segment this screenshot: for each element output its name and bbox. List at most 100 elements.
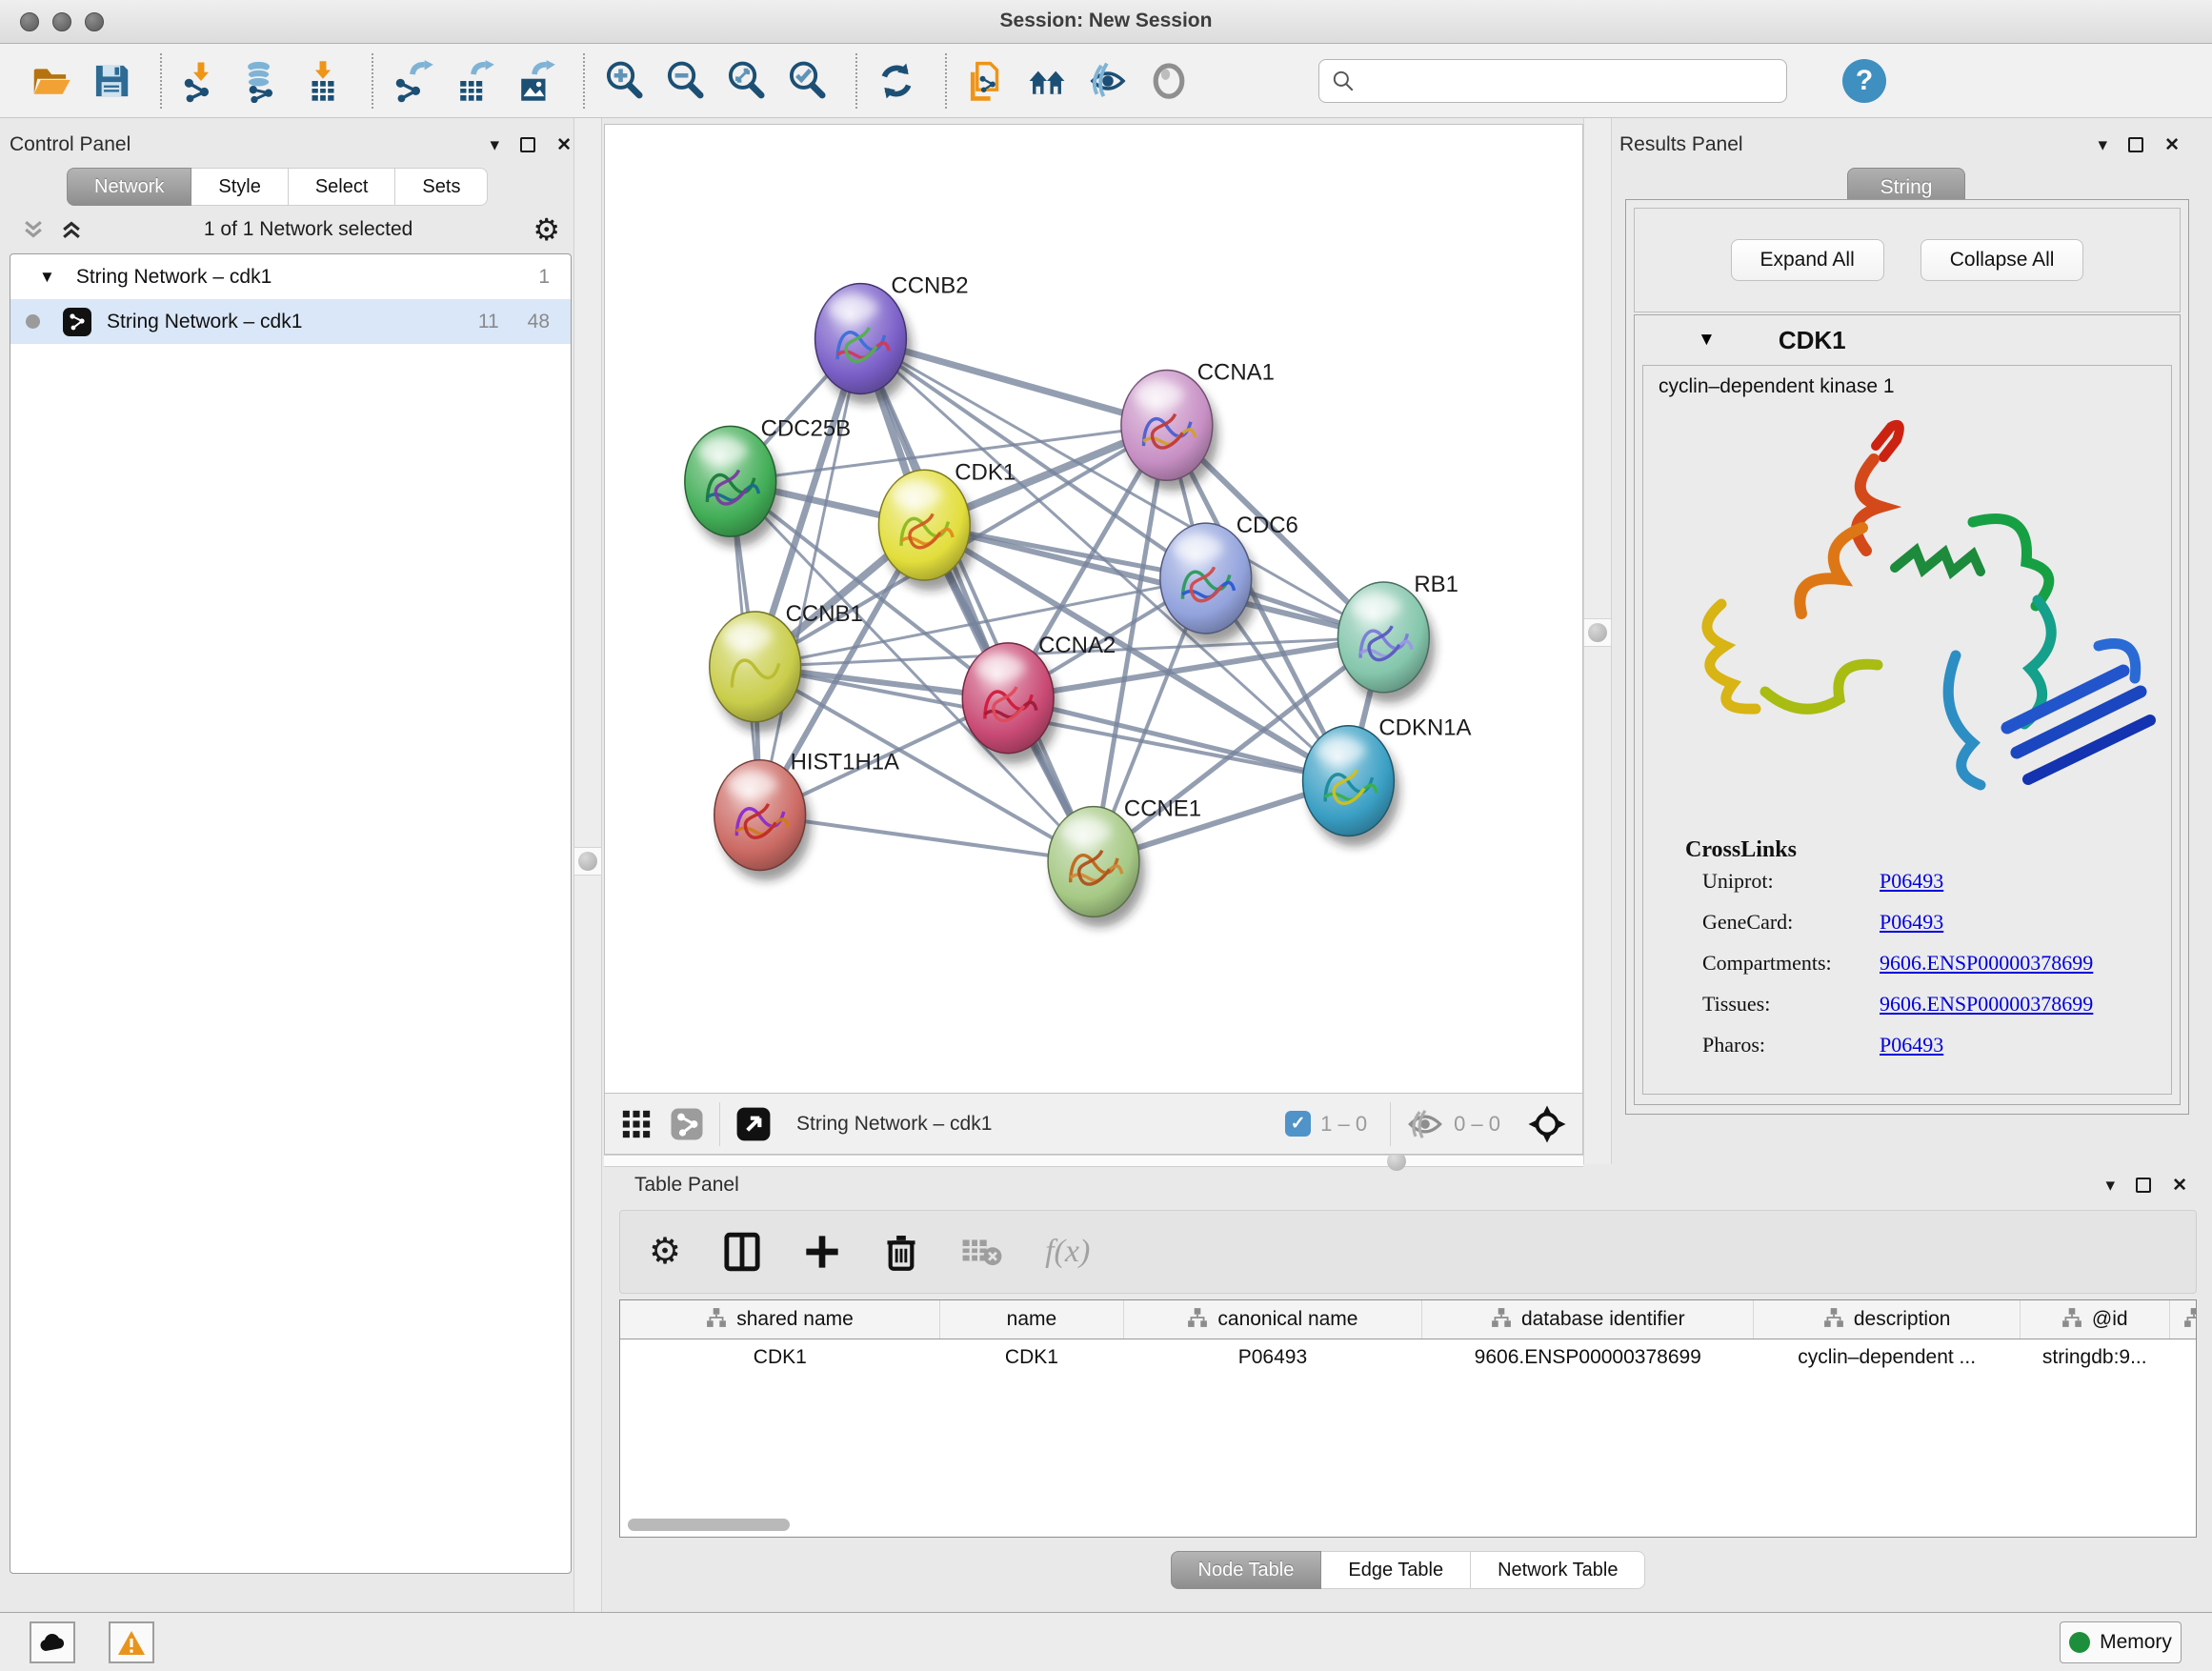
tab-network-table[interactable]: Network Table	[1471, 1551, 1645, 1589]
panel-float-icon[interactable]	[2136, 1178, 2151, 1193]
panel-close-icon[interactable]: ✕	[556, 136, 572, 154]
network-node-CCNA1[interactable]	[1121, 370, 1218, 491]
column-header-namespace[interactable]: namespace	[2169, 1300, 2197, 1339]
network-view-icon[interactable]	[670, 1107, 704, 1141]
crosslinks-list: Uniprot:P06493GeneCard:P06493Compartment…	[1659, 869, 2171, 1057]
column-header-shared-name[interactable]: shared name	[620, 1300, 940, 1339]
function-builder-icon[interactable]: f(x)	[1045, 1234, 1090, 1270]
network-row[interactable]: String Network – cdk1 11 48	[10, 299, 571, 344]
tab-network[interactable]: Network	[67, 168, 191, 206]
memory-button[interactable]: Memory	[2060, 1621, 2182, 1663]
search-input[interactable]	[1356, 70, 1756, 91]
apply-layout-button[interactable]	[871, 53, 922, 109]
network-collection-row[interactable]: ▼ String Network – cdk1 1	[10, 254, 571, 299]
save-session-button[interactable]	[86, 53, 137, 109]
cytoscape-window: Session: New Session	[0, 0, 2212, 1671]
crosslink-link[interactable]: 9606.ENSP00000378699	[1880, 992, 2093, 1017]
column-header-name[interactable]: name	[940, 1300, 1124, 1339]
column-header-description[interactable]: description	[1754, 1300, 2020, 1339]
collection-expand-icon[interactable]: ▼	[39, 268, 55, 287]
table-options-gear-icon[interactable]: ⚙	[649, 1234, 681, 1270]
search-bar	[1318, 59, 1787, 103]
export-image-button[interactable]	[509, 53, 560, 109]
tab-edge-table[interactable]: Edge Table	[1321, 1551, 1471, 1589]
window-title: Session: New Session	[0, 10, 2212, 32]
table-hscrollbar[interactable]	[628, 1519, 790, 1531]
first-neighbors-button[interactable]	[1021, 53, 1073, 109]
zoom-in-button[interactable]	[598, 53, 650, 109]
crosslink-link[interactable]: P06493	[1880, 869, 1943, 894]
panel-menu-icon[interactable]: ▾	[491, 136, 500, 154]
export-table-button[interactable]	[448, 53, 499, 109]
network-node-CCNB2[interactable]	[815, 284, 913, 405]
column-header-canonical-name[interactable]: canonical name	[1123, 1300, 1421, 1339]
tab-select[interactable]: Select	[289, 168, 396, 206]
expand-all-icon[interactable]	[59, 217, 84, 242]
help-button[interactable]: ?	[1842, 59, 1886, 103]
network-node-CDC6[interactable]	[1160, 523, 1257, 644]
zoom-selected-button[interactable]	[781, 53, 833, 109]
warnings-button[interactable]	[109, 1621, 154, 1663]
column-header-database-identifier[interactable]: database identifier	[1422, 1300, 1754, 1339]
panel-float-icon[interactable]	[520, 137, 535, 152]
node-label-RB1: RB1	[1414, 572, 1458, 597]
network-node-CDKN1A[interactable]	[1303, 726, 1400, 847]
network-node-RB1[interactable]	[1337, 582, 1435, 703]
import-table-button[interactable]	[297, 53, 349, 109]
panel-close-icon[interactable]: ✕	[2172, 1177, 2187, 1195]
show-columns-icon[interactable]	[723, 1232, 761, 1272]
network-node-HIST1H1A[interactable]	[714, 760, 812, 881]
crosslink-link[interactable]: P06493	[1880, 1033, 1943, 1057]
show-all-button[interactable]	[1143, 53, 1195, 109]
expand-all-button[interactable]: Expand All	[1731, 239, 1884, 281]
crosslink-row: Compartments:9606.ENSP00000378699	[1702, 951, 2171, 976]
panel-menu-icon[interactable]: ▾	[2106, 1177, 2116, 1195]
hide-selected-button[interactable]	[1082, 53, 1134, 109]
collapse-all-icon[interactable]	[21, 217, 46, 242]
entry-collapse-icon[interactable]: ▼	[1698, 330, 1716, 351]
selected-count: 1 – 0	[1320, 1112, 1367, 1137]
network-canvas[interactable]: CCNB2CCNA1CDC25BCDK1CDC6RB1CCNB1CCNA2CDK…	[604, 124, 1583, 1094]
add-column-icon[interactable]	[803, 1233, 841, 1271]
left-splitter[interactable]	[573, 118, 602, 1612]
column-header-@id[interactable]: @id	[2020, 1300, 2169, 1339]
network-node-CCNE1[interactable]	[1048, 807, 1145, 928]
network-options-gear-icon[interactable]: ⚙	[533, 214, 560, 245]
import-network-database-button[interactable]	[236, 53, 288, 109]
right-splitter-handle[interactable]	[1583, 618, 1612, 647]
tab-style[interactable]: Style	[191, 168, 288, 206]
network-node-CCNB1[interactable]	[710, 612, 807, 733]
delete-table-icon[interactable]	[961, 1235, 1003, 1269]
network-view-title: String Network – cdk1	[796, 1113, 992, 1136]
panel-float-icon[interactable]	[2128, 137, 2143, 152]
birdseye-crosshair-icon[interactable]	[1527, 1104, 1567, 1144]
crosslink-link[interactable]: P06493	[1880, 910, 1943, 935]
network-node-CDK1[interactable]	[878, 470, 975, 591]
collapse-all-button[interactable]: Collapse All	[1920, 239, 2084, 281]
network-node-CCNA2[interactable]	[962, 643, 1059, 764]
network-edge	[860, 339, 1094, 862]
table-panel-tabs: Node TableEdge TableNetwork Table	[604, 1551, 2212, 1589]
network-graph[interactable]: CCNB2CCNA1CDC25BCDK1CDC6RB1CCNB1CCNA2CDK…	[605, 125, 1582, 1093]
grid-view-icon[interactable]	[620, 1108, 653, 1140]
crosslink-link[interactable]: 9606.ENSP00000378699	[1880, 951, 2093, 976]
delete-column-icon[interactable]	[883, 1232, 919, 1272]
selected-nodes-checkbox[interactable]: ✓	[1285, 1111, 1311, 1137]
panel-close-icon[interactable]: ✕	[2164, 136, 2180, 154]
zoom-out-button[interactable]	[659, 53, 711, 109]
network-node-CDC25B[interactable]	[685, 426, 782, 547]
clone-network-button[interactable]	[960, 53, 1012, 109]
zoom-fit-button[interactable]	[720, 53, 772, 109]
detach-view-icon[interactable]	[735, 1106, 772, 1142]
left-splitter-handle[interactable]	[573, 847, 602, 876]
tab-sets[interactable]: Sets	[395, 168, 488, 206]
panel-menu-icon[interactable]: ▾	[2099, 136, 2108, 154]
right-splitter[interactable]	[1583, 118, 1612, 1164]
hidden-eye-icon[interactable]	[1406, 1108, 1444, 1140]
export-network-button[interactable]	[387, 53, 438, 109]
cloud-status-button[interactable]	[30, 1621, 75, 1663]
import-network-file-button[interactable]	[175, 53, 227, 109]
table-row[interactable]: CDK1CDK1P064939606.ENSP00000378699cyclin…	[620, 1339, 2197, 1377]
tab-node-table[interactable]: Node Table	[1171, 1551, 1322, 1589]
open-session-button[interactable]	[25, 53, 76, 109]
